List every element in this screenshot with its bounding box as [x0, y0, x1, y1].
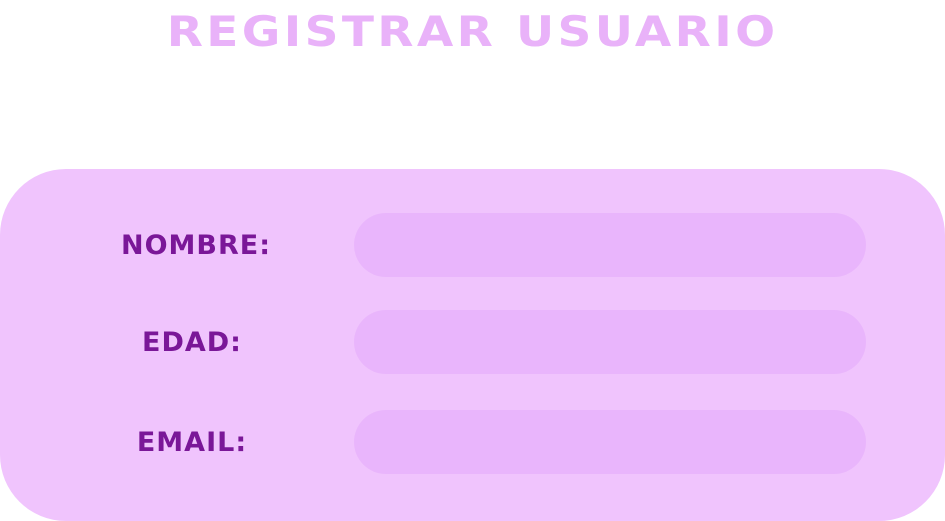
form-row-email: EMAIL:: [0, 410, 945, 476]
edad-label: EDAD:: [142, 327, 242, 358]
register-user-page: REGISTRAR USUARIO NOMBRE: EDAD: EMAIL:: [0, 0, 945, 521]
registration-form-card: NOMBRE: EDAD: EMAIL:: [0, 169, 945, 521]
nombre-label: NOMBRE:: [120, 230, 272, 261]
email-input[interactable]: [354, 410, 866, 474]
email-label: EMAIL:: [136, 427, 248, 458]
edad-input[interactable]: [354, 310, 866, 374]
nombre-input[interactable]: [354, 213, 866, 277]
form-row-edad: EDAD:: [0, 310, 945, 376]
form-row-nombre: NOMBRE:: [0, 213, 945, 279]
page-title: REGISTRAR USUARIO: [166, 7, 779, 56]
